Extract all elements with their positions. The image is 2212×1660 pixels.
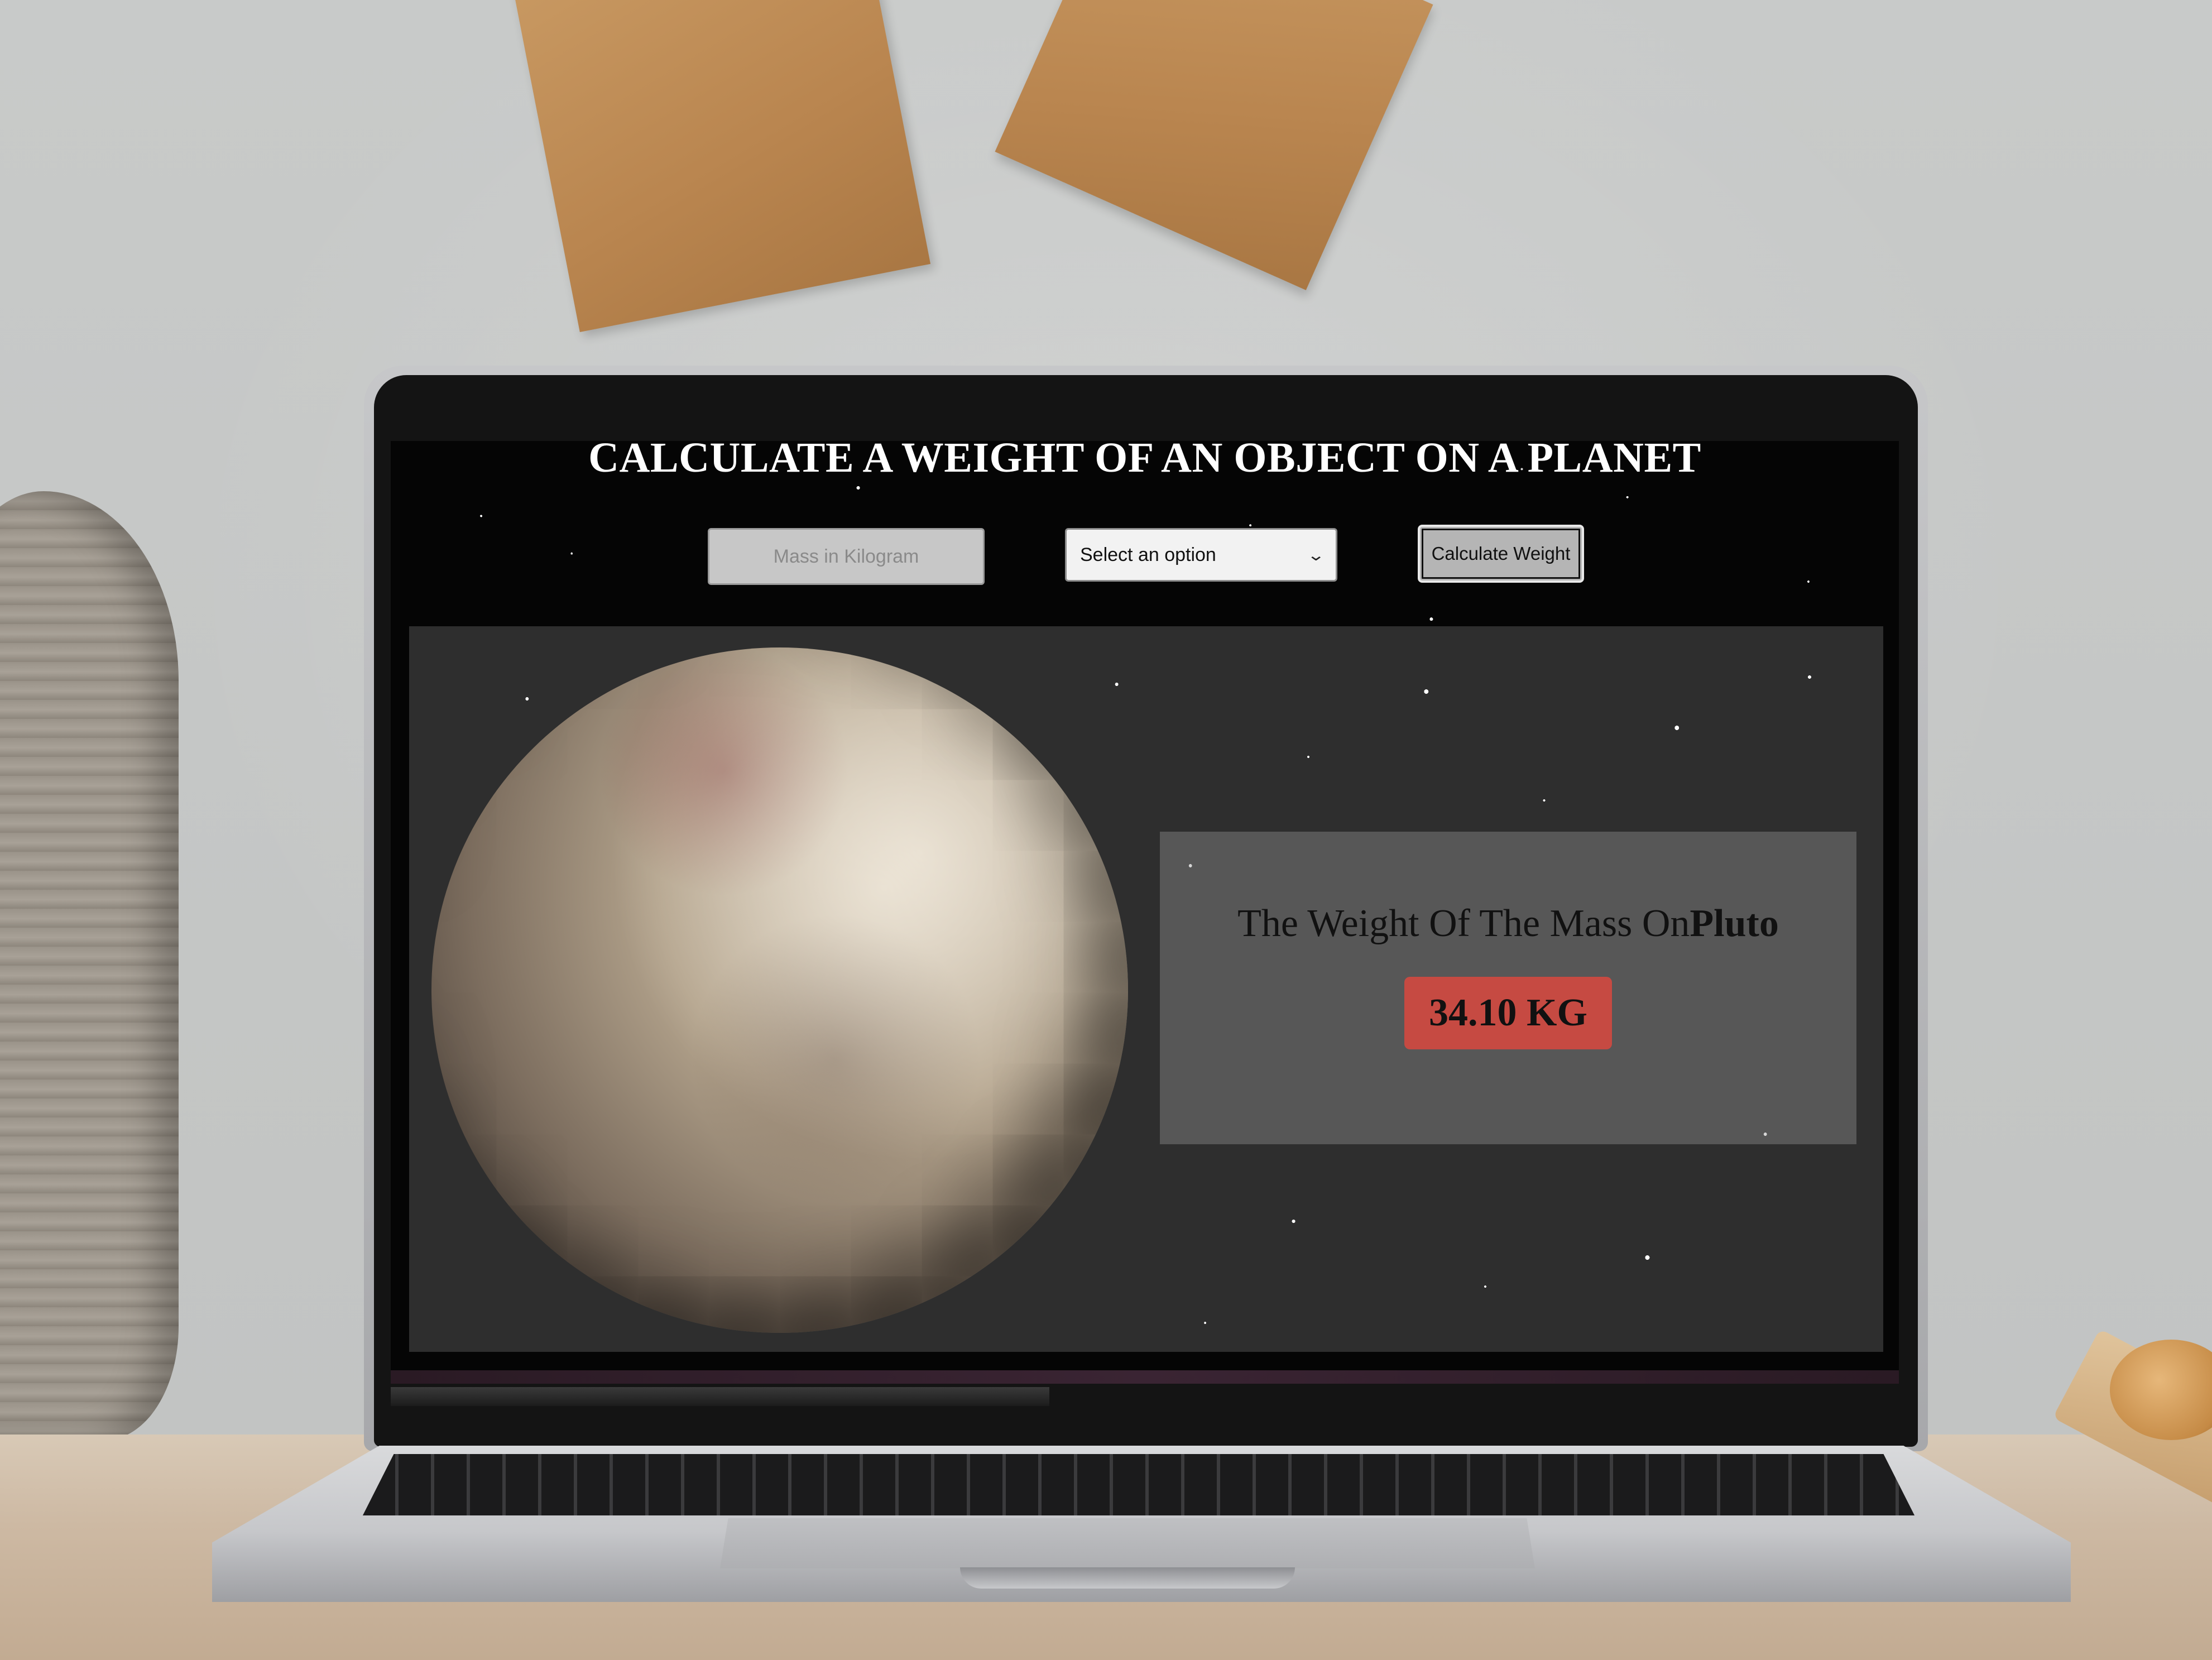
laptop-trackpad bbox=[720, 1518, 1535, 1568]
laptop-hinge bbox=[391, 1387, 1049, 1406]
result-prefix: The Weight Of The Mass On bbox=[1237, 902, 1690, 945]
planet-select[interactable]: Select an option ⌄ bbox=[1065, 528, 1337, 582]
page-title: CALCULATE A WEIGHT OF AN OBJECT ON A PLA… bbox=[588, 434, 1701, 481]
mass-input[interactable] bbox=[708, 528, 985, 585]
planet-image bbox=[431, 647, 1128, 1333]
result-text: The Weight Of The Mass OnPluto bbox=[1160, 899, 1856, 949]
result-planet-name: Pluto bbox=[1690, 902, 1779, 945]
content-panel: The Weight Of The Mass OnPluto 34.10 KG bbox=[409, 626, 1883, 1352]
calculate-weight-button[interactable]: Calculate Weight bbox=[1418, 525, 1584, 583]
laptop-notch bbox=[960, 1567, 1295, 1589]
planet-select-label: Select an option bbox=[1080, 544, 1216, 565]
laptop-keyboard bbox=[363, 1454, 1914, 1515]
screen-bottom-edge bbox=[391, 1370, 1899, 1384]
result-card: The Weight Of The Mass OnPluto 34.10 KG bbox=[1160, 832, 1856, 1144]
result-value-badge: 34.10 KG bbox=[1404, 977, 1612, 1049]
vase bbox=[0, 491, 179, 1440]
chevron-down-icon: ⌄ bbox=[1306, 546, 1325, 564]
